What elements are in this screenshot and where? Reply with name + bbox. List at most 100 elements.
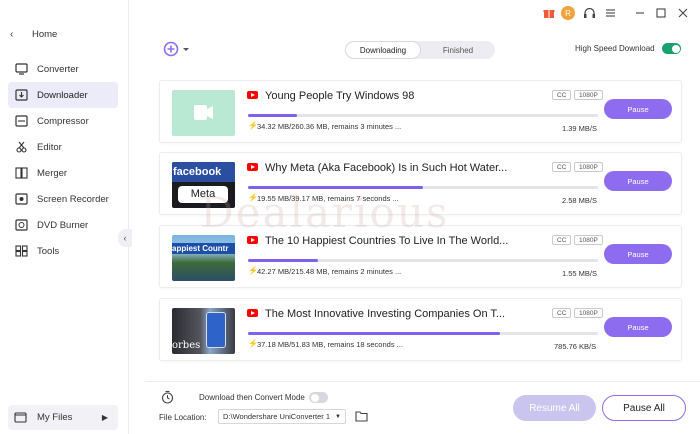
download-stats: 19.55 MB/39.17 MB, remains 7 seconds ... [257,194,399,203]
video-thumbnail: orbes [172,308,235,354]
cc-badge: CC [552,162,572,172]
video-thumbnail: appiest Countr [172,235,235,281]
thumbnail-text: appiest Countr [172,243,235,254]
cc-badge: CC [552,90,572,100]
thumbnail-text: Meta [178,186,228,203]
sidebar-item-downloader[interactable]: Downloader [8,82,118,108]
gift-icon[interactable] [542,6,556,20]
video-thumbnail: facebook Meta [172,162,235,208]
resolution-badge: 1080P [574,162,603,172]
tab-finished[interactable]: Finished [421,41,495,59]
minimize-icon[interactable] [633,6,647,20]
high-speed-toggle[interactable] [662,43,681,54]
download-speed: 785.76 KB/S [554,342,597,351]
converter-icon [14,62,28,76]
resume-all-button[interactable]: Resume All [513,395,596,421]
progress-fill [248,186,423,189]
menu-icon[interactable] [603,6,617,20]
video-title: Young People Try Windows 98 [265,90,415,102]
merger-icon [14,166,28,180]
sidebar-item-label: Compressor [37,115,89,127]
pause-button[interactable]: Pause [604,171,672,191]
chevron-left-icon: ‹ [123,233,127,243]
sidebar-item-label: Downloader [37,89,88,101]
file-location-label: File Location: [159,413,207,422]
download-speed: 2.58 MB/S [562,196,598,205]
pause-button[interactable]: Pause [604,99,672,119]
phone-image [206,312,226,348]
maximize-icon[interactable] [654,6,668,20]
download-stats: 42.27 MB/215.48 MB, remains 2 minutes ..… [257,267,402,276]
home-link[interactable]: ‹ Home [10,26,57,42]
add-download-button[interactable] [162,40,190,58]
progress-fill [248,114,297,117]
sidebar-item-editor[interactable]: Editor [8,134,118,160]
sidebar-nav: Converter Downloader Compressor Editor M… [8,56,118,264]
youtube-icon [247,91,258,99]
download-item: appiest Countr The 10 Happiest Countries… [159,225,682,288]
chevron-down-icon: ▼ [335,413,341,420]
video-title: Why Meta (Aka Facebook) Is in Such Hot W… [265,162,508,174]
pause-button[interactable]: Pause [604,317,672,337]
file-location-value: D:\Wondershare UniConverter 1 [223,412,330,421]
download-item: orbes The Most Innovative Investing Comp… [159,298,682,361]
sidebar-item-dvd-burner[interactable]: DVD Burner [8,212,118,238]
sidebar: ‹ Home Converter Downloader Compressor E… [0,0,129,434]
chevron-right-icon: ▶ [101,413,108,422]
compressor-icon [14,114,28,128]
sidebar-item-compressor[interactable]: Compressor [8,108,118,134]
screen-recorder-icon [14,192,28,206]
download-item: facebook Meta Why Meta (Aka Facebook) Is… [159,152,682,215]
download-item: Young People Try Windows 98 CC 1080P ⚡ 3… [159,80,682,143]
video-thumbnail [172,90,235,136]
youtube-icon [247,163,258,171]
svg-text:R: R [565,9,571,18]
sidebar-item-label: DVD Burner [37,219,89,231]
cc-badge: CC [552,308,572,318]
file-location-select[interactable]: D:\Wondershare UniConverter 1 ▼ [218,409,346,424]
youtube-icon [247,309,258,317]
bottom-bar: Download then Convert Mode File Location… [145,381,700,434]
resolution-badge: 1080P [574,90,603,100]
progress-fill [248,259,318,262]
open-folder-icon[interactable] [355,410,368,424]
sidebar-item-label: Screen Recorder [37,193,109,205]
download-speed: 1.55 MB/S [562,269,598,278]
download-speed: 1.39 MB/S [562,124,598,133]
sidebar-item-label: Converter [37,63,79,75]
tools-icon [14,244,28,258]
headset-icon[interactable] [582,6,596,20]
download-progress [248,259,598,262]
my-files-label: My Files [37,412,73,423]
title-bar: R [540,0,700,26]
download-tabs: Downloading Finished [345,41,495,59]
download-stats: 34.32 MB/260.36 MB, remains 3 minutes ..… [257,122,402,131]
sidebar-item-tools[interactable]: Tools [8,238,118,264]
sidebar-item-converter[interactable]: Converter [8,56,118,82]
thumbnail-text: orbes [172,340,201,351]
chevron-left-icon: ‹ [10,28,14,40]
avatar[interactable]: R [561,6,575,20]
download-progress [248,332,598,335]
pause-button[interactable]: Pause [604,244,672,264]
collapse-sidebar-button[interactable]: ‹ [118,229,132,247]
home-label: Home [32,28,58,40]
convert-mode-toggle[interactable] [309,392,328,403]
close-icon[interactable] [676,6,690,20]
timer-icon[interactable] [161,390,174,406]
youtube-icon [247,236,258,244]
progress-fill [248,332,500,335]
video-title: The 10 Happiest Countries To Live In The… [265,235,509,247]
my-files-button[interactable]: My Files ▶ [8,405,118,430]
dvd-icon [14,218,28,232]
pause-all-button[interactable]: Pause All [602,395,686,421]
downloader-icon [14,88,28,102]
sidebar-item-label: Editor [37,141,62,153]
folder-icon [14,411,27,425]
video-title: The Most Innovative Investing Companies … [265,308,506,320]
sidebar-item-merger[interactable]: Merger [8,160,118,186]
sidebar-item-screen-recorder[interactable]: Screen Recorder [8,186,118,212]
tab-downloading[interactable]: Downloading [345,41,421,59]
cc-badge: CC [552,235,572,245]
high-speed-label: High Speed Download [575,44,655,53]
